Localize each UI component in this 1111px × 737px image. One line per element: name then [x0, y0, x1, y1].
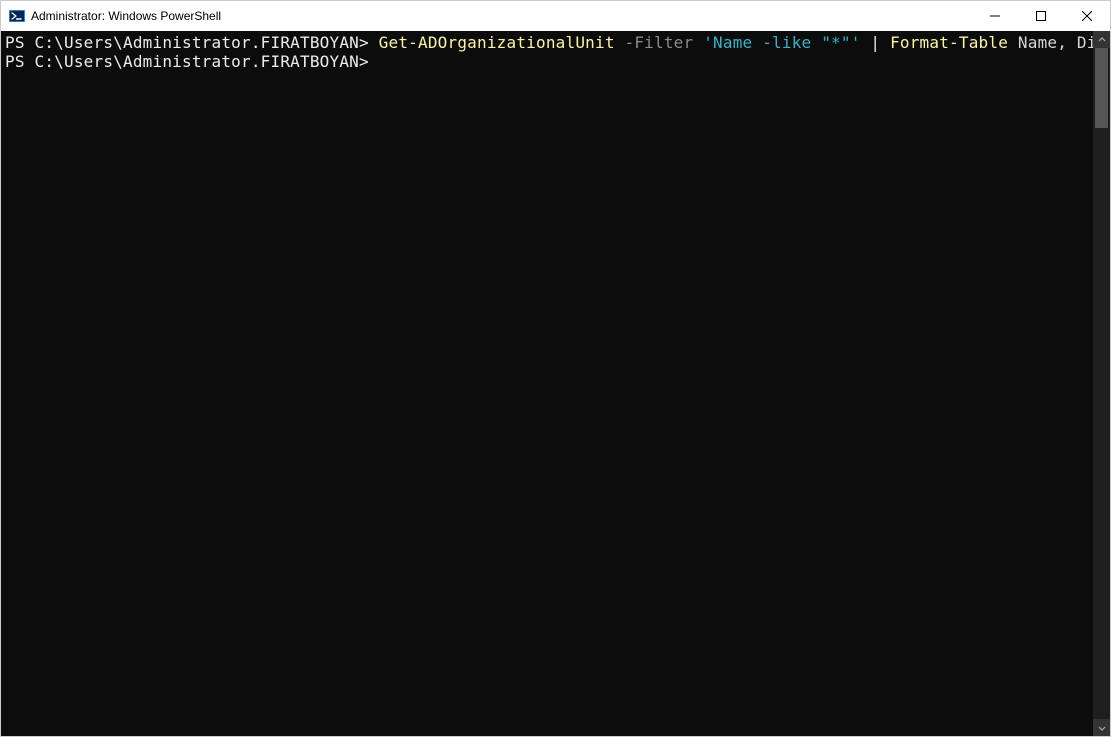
powershell-icon — [9, 8, 25, 24]
maximize-button[interactable] — [1018, 1, 1064, 31]
scrollbar-thumb[interactable] — [1095, 48, 1108, 128]
scrollbar-down-button[interactable] — [1093, 719, 1110, 736]
arg-text: Name, DistinguishedName — [1018, 33, 1093, 52]
maximize-icon — [1036, 11, 1046, 21]
window-controls — [972, 1, 1110, 31]
string-text: 'Name -like "*"' — [703, 33, 860, 52]
scrollbar-up-button[interactable] — [1093, 31, 1110, 48]
pipe-text: | — [870, 33, 880, 52]
window-title: Administrator: Windows PowerShell — [31, 9, 221, 23]
scrollbar-track[interactable] — [1093, 48, 1110, 719]
titlebar: Administrator: Windows PowerShell — [1, 1, 1110, 31]
minimize-icon — [990, 11, 1000, 21]
terminal-content[interactable]: PS C:\Users\Administrator.FIRATBOYAN> Ge… — [1, 31, 1093, 736]
chevron-down-icon — [1098, 724, 1106, 732]
prompt-text: PS C:\Users\Administrator.FIRATBOYAN> — [5, 33, 369, 52]
terminal-area: PS C:\Users\Administrator.FIRATBOYAN> Ge… — [1, 31, 1110, 736]
vertical-scrollbar[interactable] — [1093, 31, 1110, 736]
chevron-up-icon — [1098, 36, 1106, 44]
cmdlet-text: Format-Table — [890, 33, 1008, 52]
titlebar-left: Administrator: Windows PowerShell — [9, 8, 221, 24]
param-text: -Filter — [625, 33, 694, 52]
powershell-window: Administrator: Windows PowerShell — [0, 0, 1111, 737]
close-icon — [1082, 11, 1092, 21]
close-button[interactable] — [1064, 1, 1110, 31]
minimize-button[interactable] — [972, 1, 1018, 31]
prompt-text: PS C:\Users\Administrator.FIRATBOYAN> — [5, 52, 369, 71]
cmdlet-text: Get-ADOrganizationalUnit — [379, 33, 615, 52]
